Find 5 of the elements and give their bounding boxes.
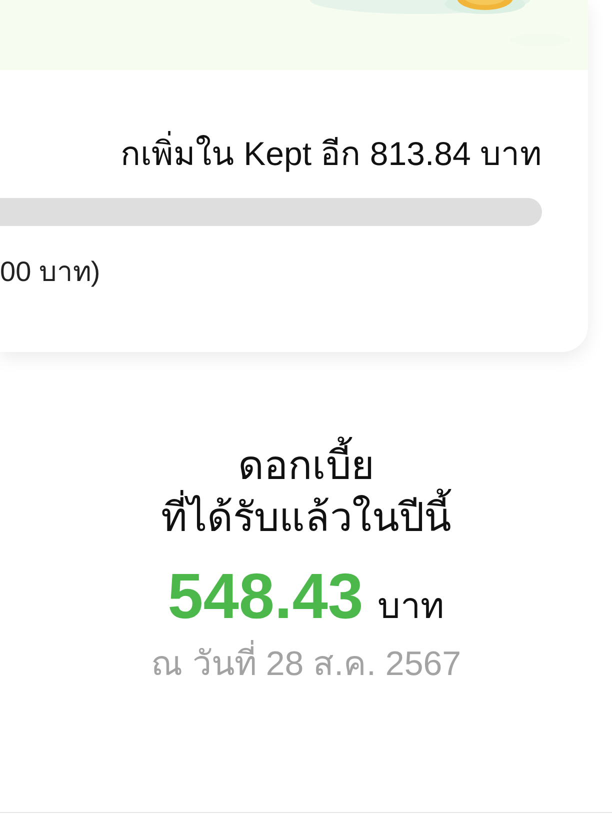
progress-note: 00 บาท) xyxy=(0,255,102,289)
as-of-date: ณ วันที่ 28 ส.ค. 2567 xyxy=(150,642,462,686)
currency-label: บาท xyxy=(377,584,444,628)
savings-message: กเพิ่มใน Kept อีก 813.84 บาท xyxy=(120,132,542,176)
interest-amount: 548.43 xyxy=(168,559,364,634)
